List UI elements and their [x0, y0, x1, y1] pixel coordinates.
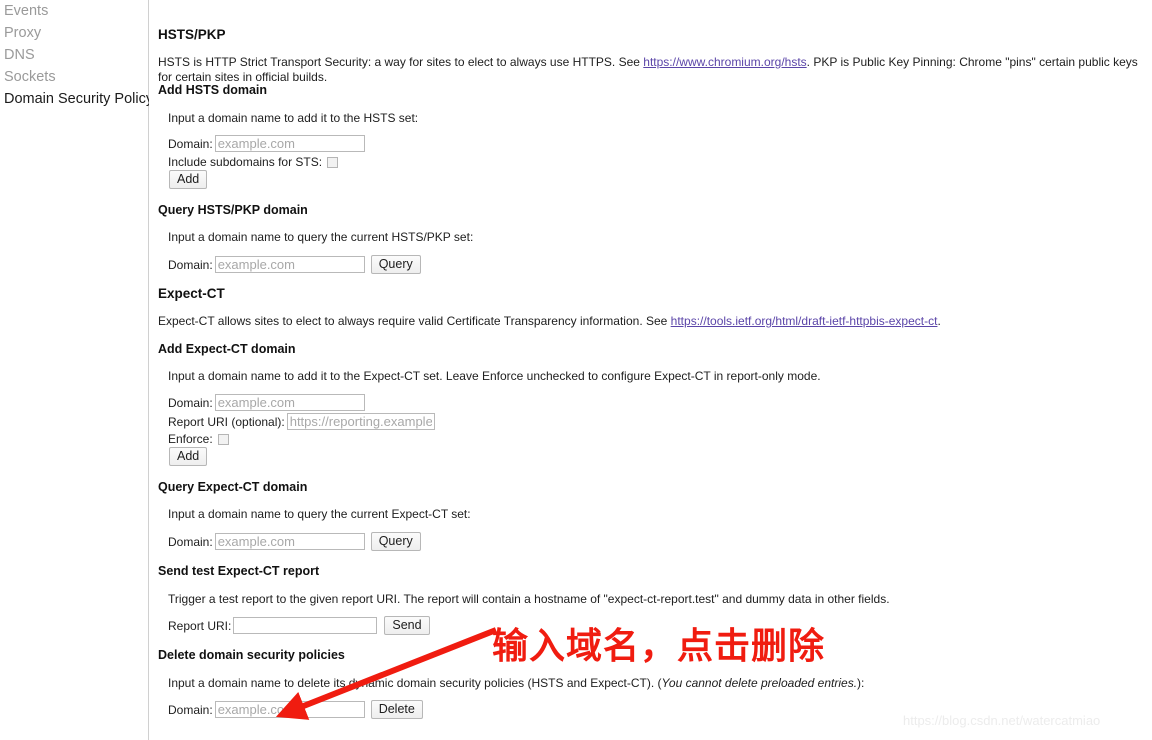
devtools-net-internals-page: Events Proxy DNS Sockets Domain Security… [0, 0, 1152, 740]
sidebar-item-events[interactable]: Events [0, 0, 148, 22]
include-subdomains-sts-checkbox[interactable] [327, 156, 339, 168]
query-expect-ct-instruction: Input a domain name to query the current… [168, 507, 471, 521]
query-expect-ct-domain-input[interactable] [214, 533, 365, 550]
query-hsts-domain-label: Domain: [168, 257, 213, 272]
add-hsts-instruction: Input a domain name to add it to the HST… [168, 111, 419, 125]
add-hsts-domain-heading: Add HSTS domain [158, 83, 268, 97]
delete-domain-input[interactable] [214, 701, 365, 718]
delete-policies-button[interactable]: Delete [370, 700, 423, 719]
sidebar-item-sockets[interactable]: Sockets [0, 66, 148, 88]
chromium-hsts-link[interactable]: https://www.chromium.org/hsts [643, 55, 806, 69]
add-expect-ct-report-uri-input[interactable] [286, 413, 435, 430]
sidebar-item-dns[interactable]: DNS [0, 44, 148, 66]
enforce-checkbox[interactable] [217, 433, 229, 445]
sidebar-item-label: Events [4, 3, 49, 19]
ietf-expect-ct-link[interactable]: https://tools.ietf.org/html/draft-ietf-h… [671, 314, 938, 328]
expect-ct-heading: Expect-CT [158, 286, 225, 301]
sidebar-item-label: DNS [4, 47, 35, 63]
delete-policies-instruction: Input a domain name to delete its dynami… [168, 676, 1128, 691]
expect-ct-description: Expect-CT allows sites to elect to alway… [158, 314, 1148, 329]
add-hsts-button[interactable]: Add [169, 170, 208, 189]
delete-instruction-tail: ): [857, 676, 865, 690]
send-report-uri-label: Report URI: [168, 618, 232, 633]
send-report-uri-input[interactable] [233, 617, 378, 634]
enforce-label: Enforce: [168, 432, 213, 446]
query-expect-ct-domain-label: Domain: [168, 534, 213, 549]
query-hsts-domain-heading: Query HSTS/PKP domain [158, 203, 308, 217]
send-test-report-instruction: Trigger a test report to the given repor… [168, 592, 890, 606]
main-content: HSTS/PKP HSTS is HTTP Strict Transport S… [149, 0, 1152, 740]
query-hsts-domain-input[interactable] [214, 256, 365, 273]
delete-instruction-lead: Input a domain name to delete its dynami… [168, 676, 662, 690]
add-hsts-domain-label: Domain: [168, 136, 213, 151]
delete-domain-label: Domain: [168, 702, 213, 717]
query-hsts-button[interactable]: Query [370, 255, 421, 274]
send-report-button[interactable]: Send [384, 616, 430, 635]
add-expect-ct-domain-heading: Add Expect-CT domain [158, 342, 296, 356]
expect-ct-description-text-tail: . [937, 314, 941, 328]
add-expect-ct-report-uri-label: Report URI (optional): [168, 414, 285, 429]
hsts-pkp-heading: HSTS/PKP [158, 27, 226, 42]
hsts-pkp-description: HSTS is HTTP Strict Transport Security: … [158, 55, 1148, 85]
delete-domain-security-policies-heading: Delete domain security policies [158, 648, 345, 662]
delete-instruction-italic: You cannot delete preloaded entries. [661, 676, 858, 690]
sidebar-item-label: Domain Security Policy [4, 91, 154, 107]
hsts-description-text-lead: HSTS is HTTP Strict Transport Security: … [158, 55, 644, 69]
query-expect-ct-domain-heading: Query Expect-CT domain [158, 480, 308, 494]
query-hsts-instruction: Input a domain name to query the current… [168, 230, 474, 244]
expect-ct-description-text-lead: Expect-CT allows sites to elect to alway… [158, 314, 671, 328]
sidebar-nav: Events Proxy DNS Sockets Domain Security… [0, 0, 153, 740]
watermark: https://blog.csdn.net/watercatmiao [903, 713, 1101, 728]
sidebar-item-label: Proxy [4, 25, 42, 41]
sidebar-item-proxy[interactable]: Proxy [0, 22, 148, 44]
add-expect-ct-instruction: Input a domain name to add it to the Exp… [168, 369, 821, 383]
add-expect-ct-button[interactable]: Add [169, 447, 208, 466]
add-hsts-domain-input[interactable] [214, 135, 365, 152]
send-test-expect-ct-report-heading: Send test Expect-CT report [158, 564, 320, 578]
sidebar-item-label: Sockets [4, 69, 56, 85]
add-expect-ct-domain-label: Domain: [168, 395, 213, 410]
sidebar-item-domain-security-policy[interactable]: Domain Security Policy [0, 88, 153, 110]
include-subdomains-sts-label: Include subdomains for STS: [168, 155, 323, 169]
add-expect-ct-domain-input[interactable] [214, 394, 365, 411]
query-expect-ct-button[interactable]: Query [370, 532, 421, 551]
